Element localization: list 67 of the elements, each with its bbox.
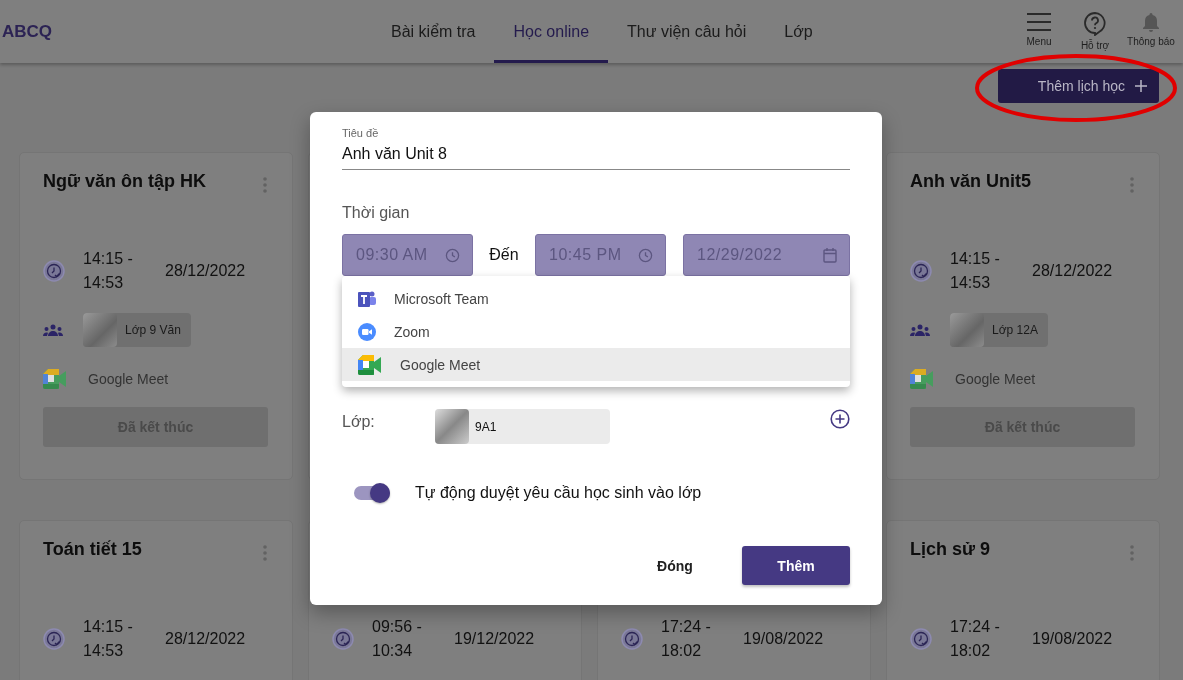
video-camera-icon <box>910 369 934 389</box>
menu-item[interactable]: Zoom <box>342 315 850 348</box>
add-icon[interactable] <box>830 409 850 429</box>
clock-icon <box>621 628 643 650</box>
toggle-switch[interactable] <box>354 486 390 500</box>
nav-tab[interactable]: Bài kiểm tra <box>372 0 495 63</box>
plus-icon <box>1135 80 1147 92</box>
field-label: Tiêu đề <box>342 127 380 139</box>
card-title: Toán tiết 15 <box>43 539 142 561</box>
platform-name: Google Meet <box>955 371 1036 387</box>
photo-placeholder <box>950 313 984 347</box>
add-schedule-button[interactable]: Thêm lịch học <box>997 69 1159 103</box>
app-logo[interactable]: ABCQ <box>2 21 372 42</box>
help-icon <box>1084 12 1106 36</box>
clock-icon <box>43 260 65 282</box>
video-camera-icon <box>358 354 382 375</box>
field-label: Thời gian <box>342 204 411 222</box>
photo-placeholder <box>435 409 469 444</box>
time-range: 14:15 - 14:53 <box>83 249 134 293</box>
card-title: Anh văn Unit5 <box>910 171 1031 193</box>
video-camera-icon <box>358 322 376 341</box>
card-title: Lịch sử 9 <box>910 539 991 561</box>
class-chip[interactable]: Lớp 12A <box>950 313 1048 347</box>
schedule-card[interactable]: Toán tiết 15 14:15 - 14:53 28/12/2022 <box>19 520 293 680</box>
calendar-icon <box>823 247 837 263</box>
class-chip[interactable]: 9A1 <box>435 409 610 444</box>
date-text: 19/08/2022 <box>1032 630 1113 648</box>
action-label[interactable]: Thông báo <box>1127 36 1175 47</box>
nav-tab[interactable]: Thư viện câu hỏi <box>608 0 766 63</box>
field-label: Lớp: <box>342 413 376 431</box>
toggle-label: Tự động duyệt yêu cầu học sinh vào lớp <box>415 484 702 502</box>
class-chip[interactable]: Lớp 9 Văn <box>83 313 191 347</box>
video-camera-icon <box>43 369 67 389</box>
card-title: Ngữ văn ôn tập HK <box>43 171 207 193</box>
menu-item[interactable]: Google Meet <box>342 348 850 381</box>
time-range: 09:56 - 10:34 <box>372 617 423 661</box>
clock-icon <box>445 247 460 263</box>
date-text: 19/08/2022 <box>743 630 824 648</box>
photo-placeholder <box>83 313 117 347</box>
action-label[interactable]: Hỗ trợ <box>1080 40 1110 51</box>
date-text: 28/12/2022 <box>1032 262 1113 280</box>
group-icon <box>43 324 63 336</box>
menu-item[interactable]: Microsoft Team <box>342 282 850 315</box>
date-text: 28/12/2022 <box>165 630 246 648</box>
menu-icon <box>1026 12 1052 32</box>
clock-icon <box>638 247 653 263</box>
schedule-card[interactable]: Lịch sử 9 17:24 - 18:02 19/08/2022 <box>886 520 1160 680</box>
time-range: 14:15 - 14:53 <box>950 249 1001 293</box>
to-label: Đến <box>488 246 520 264</box>
date-text: 28/12/2022 <box>165 262 246 280</box>
time-range: 17:24 - 18:02 <box>950 617 1001 661</box>
nav-tab[interactable]: Học online <box>494 0 609 63</box>
close-button[interactable]: Đóng <box>640 546 710 585</box>
date-text: 19/12/2022 <box>454 630 535 648</box>
group-icon <box>910 324 930 336</box>
clock-icon <box>910 260 932 282</box>
time-range: 14:15 - 14:53 <box>83 617 134 661</box>
title-input[interactable]: Anh văn Unit 8 <box>342 139 850 170</box>
clock-icon <box>332 628 354 650</box>
clock-icon <box>43 628 65 650</box>
clock-icon <box>910 628 932 650</box>
add-button[interactable]: Thêm <box>742 546 850 585</box>
time-range: 17:24 - 18:02 <box>661 617 712 661</box>
platform-name: Google Meet <box>88 371 169 387</box>
nav-tab[interactable]: Lớp <box>765 0 832 63</box>
bell-icon <box>1142 12 1160 32</box>
action-label[interactable]: Menu <box>1026 36 1052 47</box>
